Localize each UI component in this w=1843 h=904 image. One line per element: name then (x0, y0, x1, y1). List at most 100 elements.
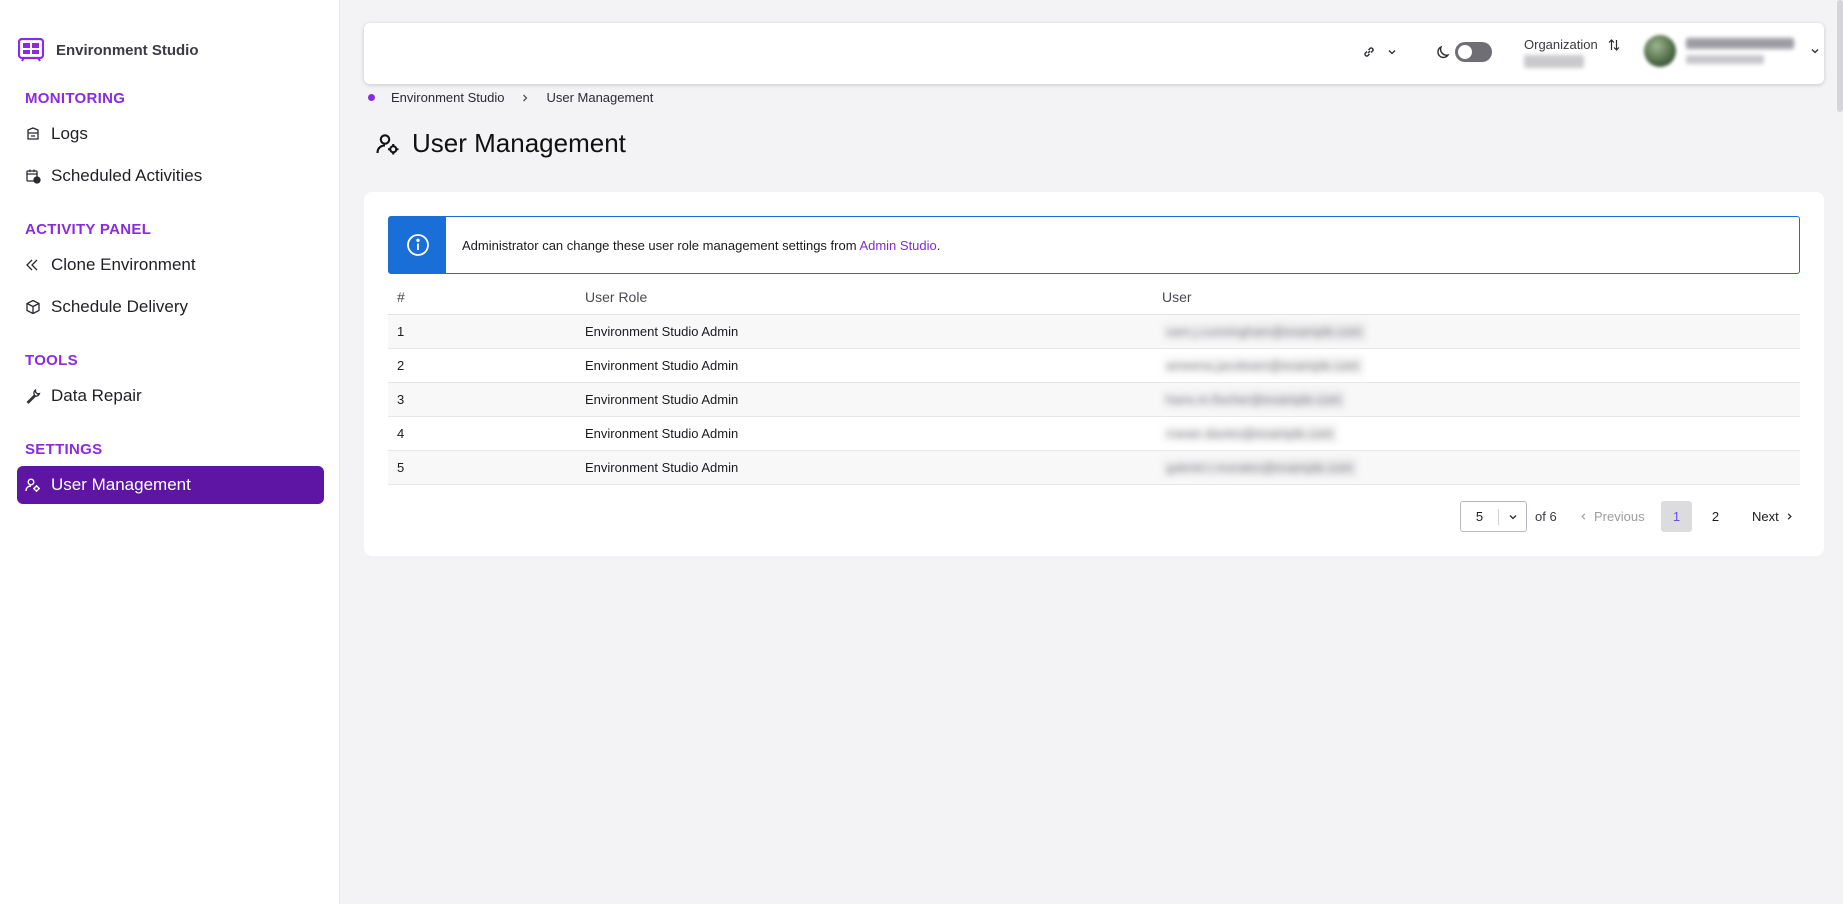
alert-suffix: . (936, 237, 941, 253)
sidebar-item-label: User Management (51, 475, 191, 494)
row-user-role: Environment Studio Admin (576, 450, 1153, 485)
alert-message: Administrator can change these user role… (462, 238, 940, 253)
page-size-select[interactable]: 5 (1460, 501, 1527, 532)
row-number: 5 (388, 450, 576, 485)
pagination: 5 of 6 Previous 1 2 Next (364, 501, 1824, 533)
row-user: rowan.davies@example.com (1153, 416, 1800, 451)
switch-arrows-icon (1608, 38, 1620, 51)
admin-studio-link[interactable]: Admin Studio (859, 238, 936, 253)
app-title: Environment Studio (56, 41, 199, 59)
row-user-role: Environment Studio Admin (576, 314, 1153, 349)
organization-switcher[interactable]: Organization (1524, 37, 1620, 68)
column-header-user[interactable]: User (1153, 280, 1800, 315)
previous-page-button[interactable]: Previous (1579, 509, 1645, 524)
moon-icon (1437, 45, 1450, 59)
section-tools: TOOLS (25, 352, 78, 369)
user-menu[interactable] (1644, 35, 1820, 67)
row-user-role: Environment Studio Admin (576, 348, 1153, 383)
next-label: Next (1752, 509, 1779, 524)
info-alert: Administrator can change these user role… (388, 216, 1800, 274)
page-scrollbar[interactable] (1837, 0, 1843, 112)
sidebar-item-clone-environment[interactable]: Clone Environment (17, 246, 324, 284)
table-header-row: # User Role User (388, 280, 1800, 315)
page-title: User Management (376, 128, 626, 159)
user-info-redacted (1686, 38, 1794, 64)
row-number: 3 (388, 382, 576, 417)
package-icon (26, 299, 40, 315)
page-total: of 6 (1535, 509, 1557, 524)
links-dropdown[interactable] (1361, 44, 1397, 60)
breadcrumb-item-user-management: User Management (546, 90, 654, 105)
sidebar-item-label: Clone Environment (51, 255, 196, 274)
row-number: 1 (388, 314, 576, 349)
table-row[interactable]: 5 Environment Studio Admin gabriel.t.mor… (388, 450, 1800, 485)
chevron-right-icon (523, 94, 528, 101)
row-user: sam.j.cunningham@example.com (1153, 314, 1800, 349)
table-row[interactable]: 2 Environment Studio Admin ameena.jacobs… (388, 348, 1800, 383)
previous-label: Previous (1594, 509, 1645, 524)
breadcrumb: Environment Studio User Management (368, 90, 653, 105)
link-icon (1364, 47, 1374, 57)
user-email-redacted: sam.j.cunningham@example.com (1162, 321, 1367, 341)
alert-text: Administrator can change these user role… (462, 237, 860, 253)
user-cog-icon (25, 478, 40, 492)
sidebar-item-data-repair[interactable]: Data Repair (17, 377, 324, 415)
clone-icon (26, 259, 38, 271)
chevron-left-icon (1581, 513, 1586, 520)
calendar-clock-icon (26, 169, 41, 184)
sidebar-item-logs[interactable]: Logs (17, 115, 324, 153)
sidebar: Environment Studio MONITORING Logs Sched… (0, 0, 340, 904)
user-email-redacted: hans.m.fischer@example.com (1162, 389, 1346, 409)
user-cog-icon (376, 133, 399, 154)
row-user-role: Environment Studio Admin (576, 416, 1153, 451)
column-header-user-role[interactable]: User Role (576, 280, 1153, 315)
sidebar-item-label: Data Repair (51, 386, 142, 405)
dark-mode-toggle[interactable] (1455, 42, 1492, 62)
sidebar-item-user-management[interactable]: User Management (17, 466, 324, 504)
row-user-role: Environment Studio Admin (576, 382, 1153, 417)
page-button-2[interactable]: 2 (1700, 501, 1731, 532)
column-header-number[interactable]: # (388, 280, 576, 315)
environment-studio-logo-icon (18, 38, 44, 62)
table-row[interactable]: 4 Environment Studio Admin rowan.davies@… (388, 416, 1800, 451)
page-title-text: User Management (412, 128, 626, 158)
page-button-1[interactable]: 1 (1661, 501, 1692, 532)
row-user: ameena.jacobsen@example.com (1153, 348, 1800, 383)
chevron-down-icon (1388, 50, 1396, 55)
user-email-redacted: gabriel.t.morales@example.com (1162, 457, 1357, 477)
chevron-right-icon (1787, 513, 1792, 520)
sidebar-item-scheduled-activities[interactable]: Scheduled Activities (17, 157, 324, 195)
table-row[interactable]: 1 Environment Studio Admin sam.j.cunning… (388, 314, 1800, 349)
info-icon (406, 234, 429, 256)
user-roles-table: # User Role User 1 Environment Studio Ad… (388, 280, 1800, 485)
sidebar-item-label: Schedule Delivery (51, 297, 189, 316)
logs-icon (27, 127, 39, 140)
row-user: gabriel.t.morales@example.com (1153, 450, 1800, 485)
chevron-down-icon (1509, 514, 1516, 519)
sidebar-item-schedule-delivery[interactable]: Schedule Delivery (17, 288, 324, 326)
user-email-redacted: ameena.jacobsen@example.com (1162, 355, 1364, 375)
brand[interactable]: Environment Studio (18, 38, 199, 62)
page-size-value: 5 (1461, 508, 1499, 525)
organization-value-redacted (1524, 55, 1584, 68)
row-user: hans.m.fischer@example.com (1153, 382, 1800, 417)
table-row[interactable]: 3 Environment Studio Admin hans.m.fische… (388, 382, 1800, 417)
section-monitoring: MONITORING (25, 90, 126, 107)
breadcrumb-dot (368, 94, 375, 101)
row-number: 4 (388, 416, 576, 451)
top-bar: Organization (364, 23, 1824, 84)
next-page-button[interactable]: Next (1752, 509, 1794, 524)
avatar (1644, 35, 1676, 67)
row-number: 2 (388, 348, 576, 383)
organization-label: Organization (1524, 37, 1598, 52)
wrench-icon (26, 388, 41, 404)
chevron-down-icon (1811, 49, 1819, 54)
user-management-card: Administrator can change these user role… (364, 192, 1824, 556)
sidebar-item-label: Scheduled Activities (51, 166, 203, 185)
sidebar-item-label: Logs (51, 124, 88, 143)
user-email-redacted: rowan.davies@example.com (1162, 423, 1338, 443)
section-activity-panel: ACTIVITY PANEL (25, 221, 152, 238)
info-icon-box (389, 217, 446, 273)
breadcrumb-item-environment-studio[interactable]: Environment Studio (391, 90, 504, 105)
section-settings: SETTINGS (25, 441, 103, 458)
